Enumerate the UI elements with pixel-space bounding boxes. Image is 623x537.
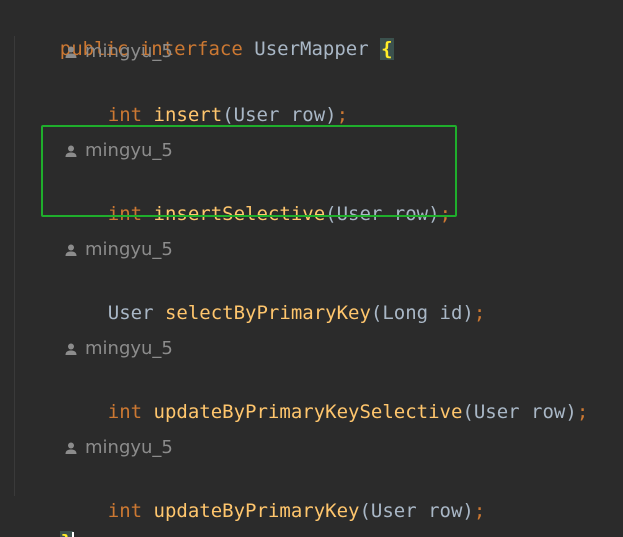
interface-name[interactable]: UserMapper (254, 38, 368, 60)
return-type: int (107, 104, 143, 126)
open-paren: ( (359, 500, 371, 522)
interface-declaration-line[interactable]: public interface UserMapper { (14, 4, 394, 60)
user-icon (63, 44, 79, 60)
return-type: User (107, 302, 154, 324)
author-name: mingyu_5 (85, 239, 173, 260)
author-hint[interactable]: mingyu_5 (63, 434, 173, 462)
return-type: int (107, 203, 143, 225)
code-editor[interactable]: public interface UserMapper { mingyu_5 i… (0, 0, 623, 537)
open-paren: ( (325, 203, 337, 225)
user-icon (63, 242, 79, 258)
semicolon: ; (439, 203, 452, 225)
semicolon: ; (473, 302, 486, 324)
close-brace: } (59, 531, 74, 537)
method-params: User row (233, 104, 326, 126)
author-name: mingyu_5 (85, 140, 173, 161)
method-name[interactable]: updateByPrimaryKeySelective (154, 401, 463, 423)
author-name: mingyu_5 (85, 41, 173, 62)
user-icon (63, 341, 79, 357)
open-brace: { (380, 38, 394, 60)
close-paren: ) (462, 500, 474, 522)
semicolon: ; (336, 104, 349, 126)
method-name[interactable]: insertSelective (154, 203, 326, 225)
text-caret (72, 531, 75, 537)
method-line[interactable]: int updateByPrimaryKey(User row); (62, 466, 486, 522)
method-name[interactable]: updateByPrimaryKey (154, 500, 360, 522)
method-params: Long id (382, 302, 463, 324)
user-icon (63, 143, 79, 159)
author-hint[interactable]: mingyu_5 (63, 38, 173, 66)
semicolon: ; (473, 500, 486, 522)
method-line[interactable]: int updateByPrimaryKeySelective(User row… (62, 367, 589, 423)
author-name: mingyu_5 (85, 437, 173, 458)
close-paren: ) (428, 203, 440, 225)
close-paren: ) (565, 401, 577, 423)
close-paren: ) (325, 104, 337, 126)
method-params: User row (473, 401, 566, 423)
method-name[interactable]: insert (154, 104, 223, 126)
return-type: int (107, 500, 143, 522)
close-paren: ) (462, 302, 474, 324)
indent-guide (14, 36, 15, 496)
method-params: User row (336, 203, 429, 225)
method-line[interactable]: int insert(User row); (62, 70, 348, 126)
semicolon: ; (576, 401, 589, 423)
author-hint[interactable]: mingyu_5 (63, 236, 173, 264)
open-paren: ( (222, 104, 234, 126)
author-name: mingyu_5 (85, 338, 173, 359)
method-line[interactable]: User selectByPrimaryKey(Long id); (62, 268, 486, 324)
return-type: int (107, 401, 143, 423)
closing-brace-line[interactable]: } (14, 497, 75, 537)
method-line[interactable]: int insertSelective(User row); (62, 169, 451, 225)
author-hint[interactable]: mingyu_5 (63, 335, 173, 363)
method-name[interactable]: selectByPrimaryKey (165, 302, 371, 324)
user-icon (63, 440, 79, 456)
open-paren: ( (462, 401, 474, 423)
open-paren: ( (370, 302, 383, 324)
method-params: User row (370, 500, 463, 522)
author-hint[interactable]: mingyu_5 (63, 137, 173, 165)
